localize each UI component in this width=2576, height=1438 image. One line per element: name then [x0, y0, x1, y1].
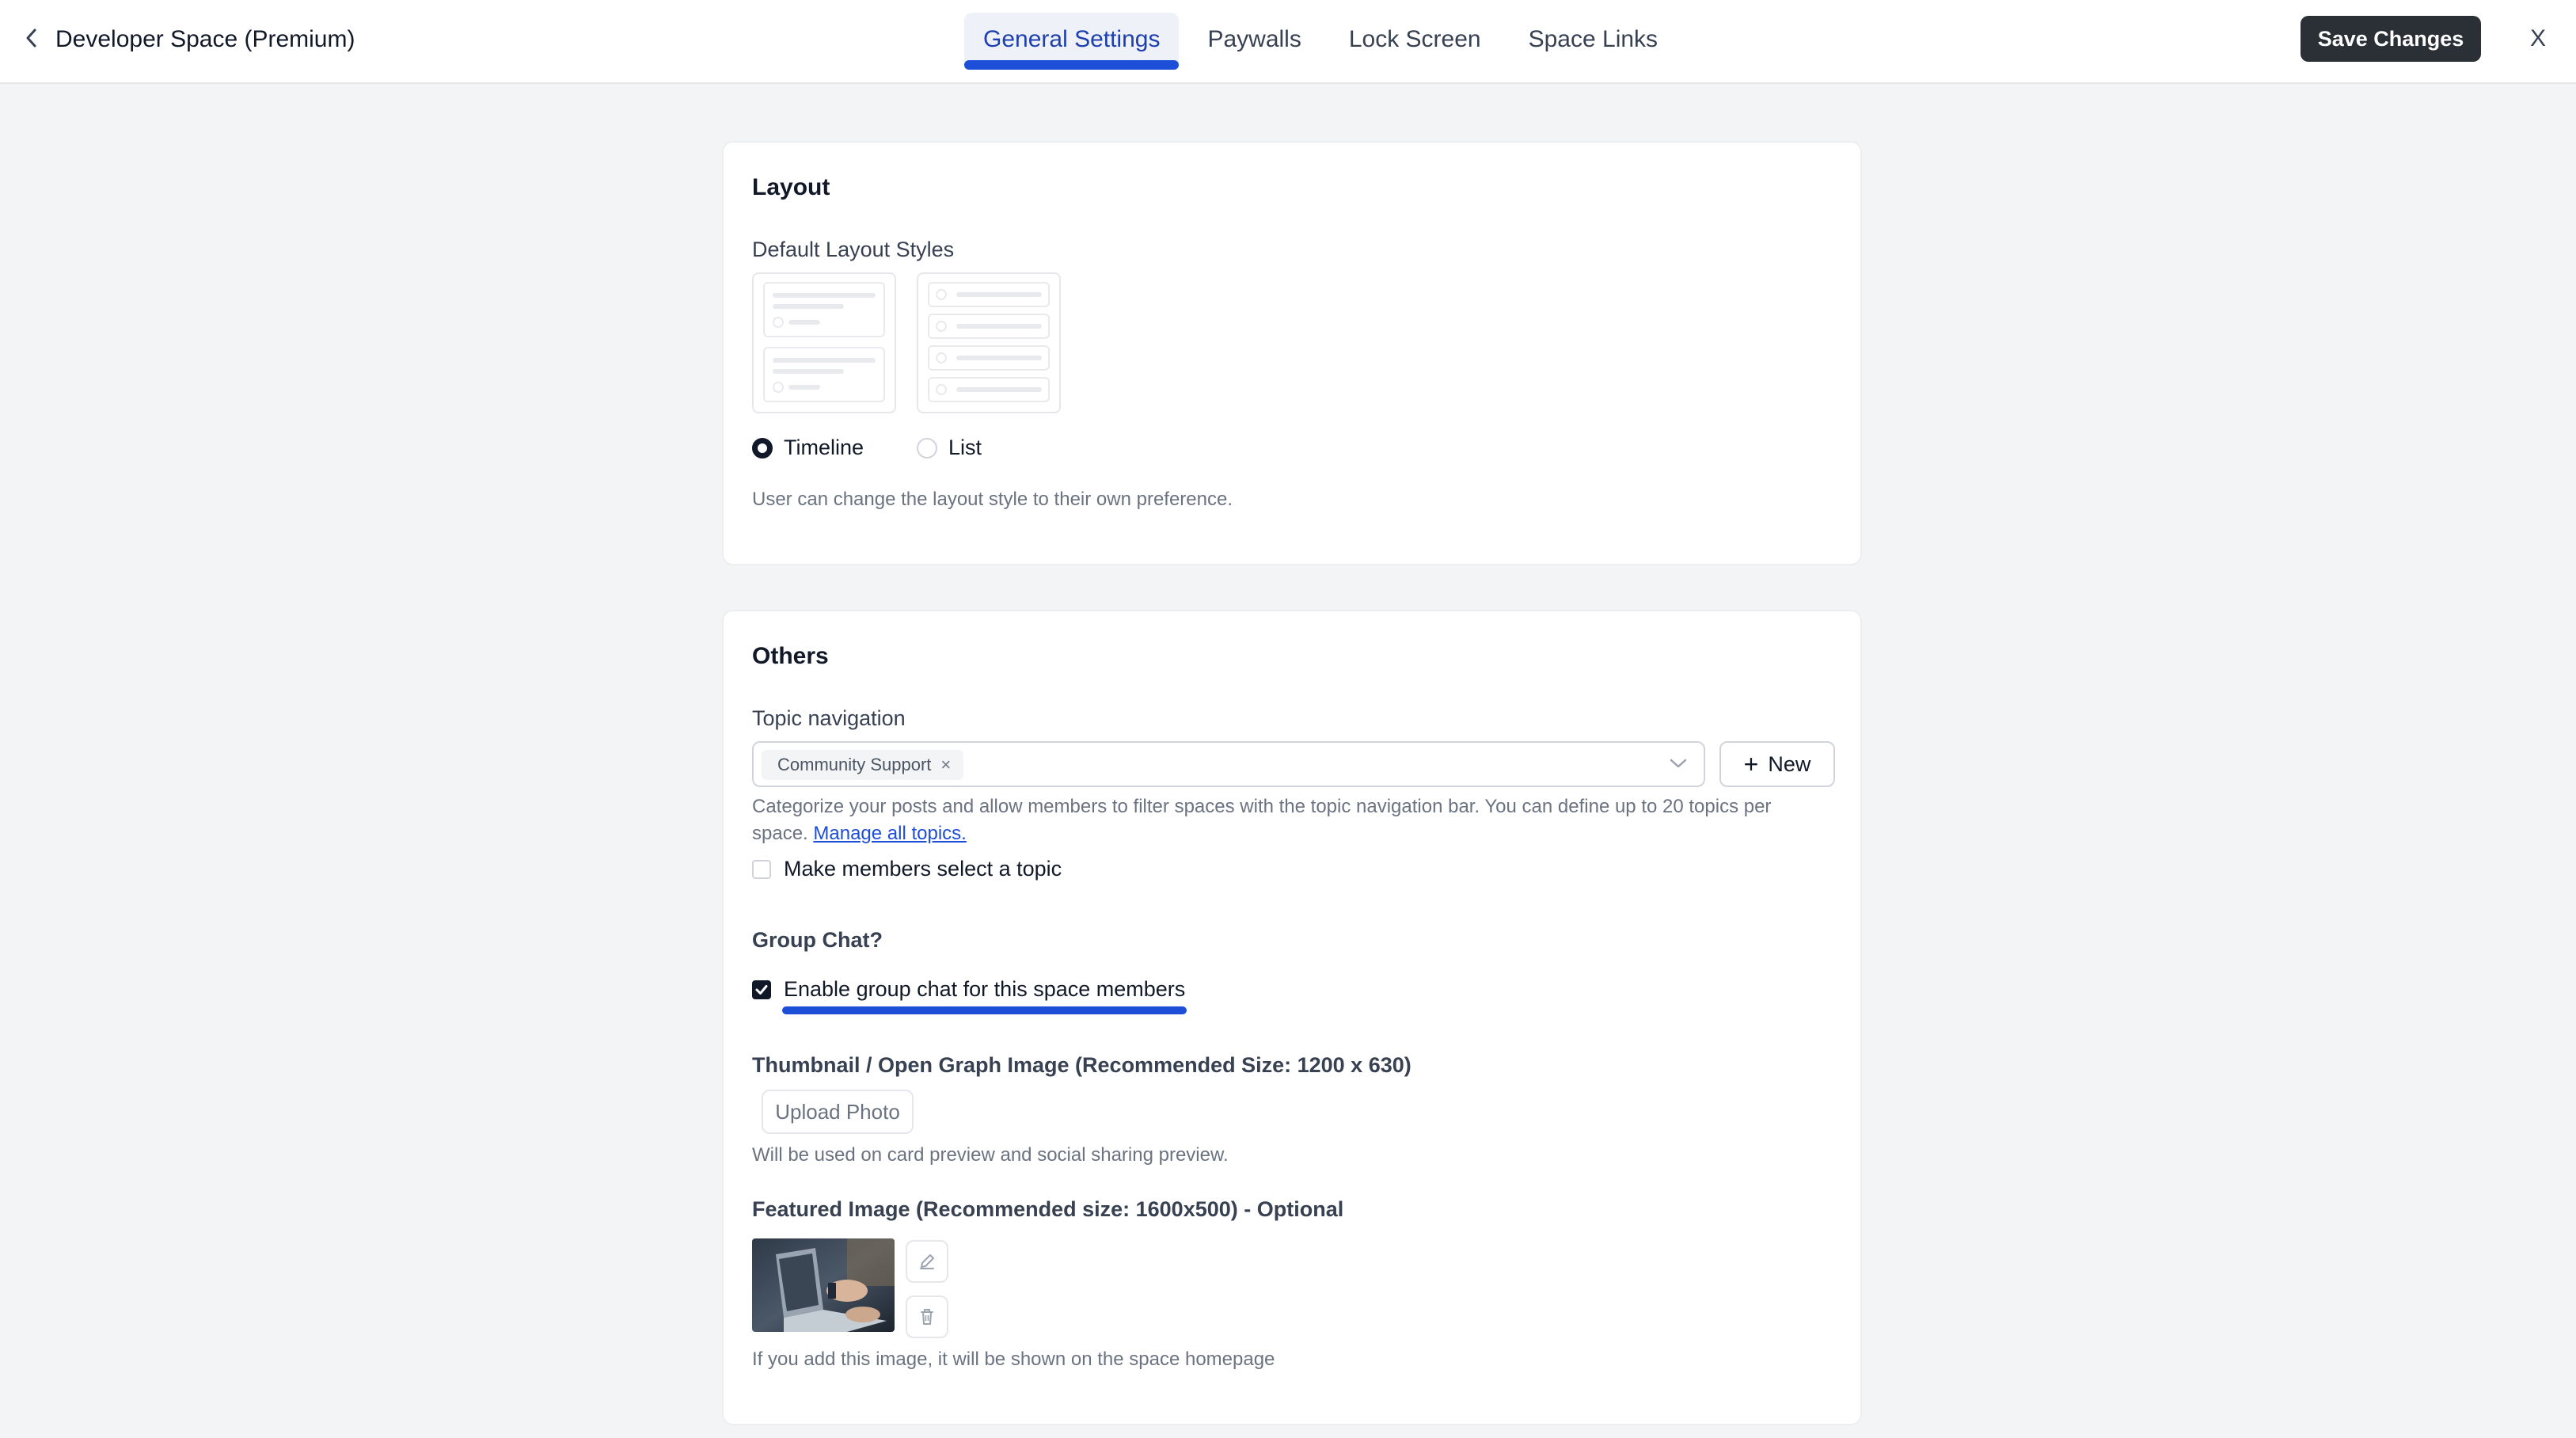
require-topic-label: Make members select a topic: [784, 857, 1062, 881]
preview-row: [928, 345, 1050, 371]
layout-help-text: User can change the layout style to thei…: [752, 489, 1233, 510]
featured-image-thumbnail: [752, 1238, 895, 1332]
space-title: Developer Space (Premium): [55, 26, 355, 52]
preview-row: [928, 282, 1050, 307]
preview-row: [928, 377, 1050, 402]
list-label: List: [948, 436, 982, 459]
topic-chip-label: Community Support: [777, 755, 932, 774]
others-card: Others Topic navigation Community Suppor…: [722, 610, 1862, 1425]
group-chat-label: Group Chat?: [752, 928, 883, 952]
timeline-label: Timeline: [784, 436, 864, 459]
close-button[interactable]: X: [2522, 21, 2554, 57]
save-changes-button[interactable]: Save Changes: [2301, 16, 2481, 62]
laptop-photo: [752, 1238, 895, 1332]
delete-image-button[interactable]: [906, 1295, 948, 1338]
back-button[interactable]: [16, 22, 47, 54]
remove-chip-icon[interactable]: ×: [940, 755, 951, 775]
others-card-title: Others: [752, 643, 829, 669]
topic-chip: Community Support ×: [762, 750, 964, 780]
plus-icon: +: [1743, 750, 1759, 778]
timeline-layout-preview[interactable]: [752, 272, 896, 413]
tab-paywalls[interactable]: Paywalls: [1188, 13, 1320, 67]
top-bar: Developer Space (Premium) General Settin…: [0, 0, 2576, 84]
edit-image-button[interactable]: [906, 1240, 948, 1283]
enable-group-chat-label: Enable group chat for this space members: [782, 977, 1187, 1014]
topic-help-line: space.: [752, 823, 808, 844]
topic-help-line: Categorize your posts and allow members …: [752, 796, 1772, 817]
preview-card: [763, 347, 885, 402]
layout-card: Layout Default Layout Styles Timeline Li…: [722, 141, 1862, 565]
radio-button-checked[interactable]: [752, 437, 773, 458]
list-layout-preview[interactable]: [917, 272, 1061, 413]
preview-card: [763, 282, 885, 337]
enable-group-chat-row[interactable]: Enable group chat for this space members: [752, 977, 1187, 1014]
preview-row: [928, 314, 1050, 339]
featured-image-label: Featured Image (Recommended size: 1600x5…: [752, 1197, 1344, 1221]
tab-lock-screen[interactable]: Lock Screen: [1330, 13, 1500, 67]
settings-tabs: General Settings Paywalls Lock Screen Sp…: [964, 13, 1686, 70]
enable-group-chat-text: Enable group chat for this space members: [784, 977, 1186, 1001]
radio-button[interactable]: [917, 437, 937, 458]
require-topic-checkbox[interactable]: [752, 859, 771, 879]
topic-navigation-label: Topic navigation: [752, 706, 906, 730]
upload-photo-button[interactable]: Upload Photo: [762, 1090, 914, 1134]
chevron-down-icon: [1670, 759, 1687, 768]
trash-icon: [921, 1309, 933, 1325]
tab-general-settings[interactable]: General Settings: [964, 13, 1180, 70]
pencil-icon: [920, 1254, 934, 1269]
highlight-underline: [782, 1006, 1187, 1014]
topic-help-text: Categorize your posts and allow members …: [752, 793, 1845, 847]
tab-space-links[interactable]: Space Links: [1510, 13, 1677, 67]
new-topic-label: New: [1768, 751, 1811, 776]
chevron-left-icon: [26, 29, 36, 48]
default-layout-label: Default Layout Styles: [752, 238, 955, 261]
thumbnail-label: Thumbnail / Open Graph Image (Recommende…: [752, 1053, 1411, 1077]
timeline-radio[interactable]: Timeline: [752, 436, 864, 460]
list-radio[interactable]: List: [917, 436, 982, 460]
thumbnail-help-text: Will be used on card preview and social …: [752, 1144, 1229, 1166]
new-topic-button[interactable]: + New: [1719, 741, 1835, 787]
manage-topics-link[interactable]: Manage all topics.: [813, 823, 966, 844]
require-topic-checkbox-row[interactable]: Make members select a topic: [752, 857, 1062, 881]
enable-group-chat-checkbox[interactable]: [752, 980, 771, 999]
topic-select[interactable]: Community Support ×: [752, 741, 1705, 787]
checkmark-icon: [755, 984, 768, 995]
featured-help-text: If you add this image, it will be shown …: [752, 1349, 1275, 1370]
layout-card-title: Layout: [752, 174, 830, 200]
